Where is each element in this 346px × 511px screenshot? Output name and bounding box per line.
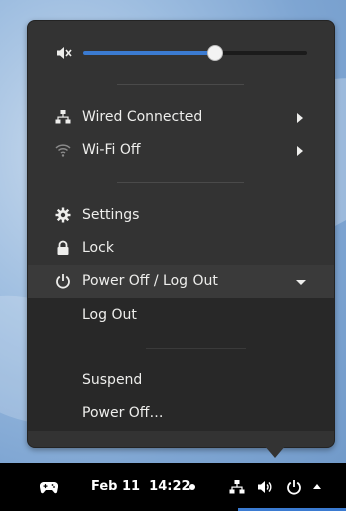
chevron-up-icon[interactable]	[313, 484, 321, 489]
system-menu: Wired Connected Wi-Fi Off Settings Lock …	[27, 20, 335, 448]
gear-icon	[55, 207, 71, 223]
separator	[146, 348, 246, 349]
power-off-log-out-label: Power Off / Log Out	[82, 273, 218, 289]
gamepad-icon[interactable]	[40, 480, 58, 494]
wifi-off-icon	[55, 144, 71, 157]
lock-item[interactable]: Lock	[28, 232, 334, 265]
wifi-item[interactable]: Wi-Fi Off	[28, 134, 334, 167]
volume-slider[interactable]	[83, 45, 307, 61]
suspend-label: Suspend	[82, 372, 143, 388]
wifi-label: Wi-Fi Off	[82, 142, 141, 158]
notification-dot	[189, 484, 195, 490]
power-icon	[56, 274, 70, 289]
wired-network-icon	[55, 110, 71, 124]
volume-slider-fill	[83, 51, 216, 55]
separator	[117, 84, 244, 85]
power-off-label: Power Off…	[82, 405, 164, 421]
settings-label: Settings	[82, 207, 140, 223]
power-icon[interactable]	[286, 479, 302, 495]
chevron-down-icon	[296, 280, 306, 285]
suspend-item[interactable]: Suspend	[28, 366, 334, 396]
menu-pointer	[264, 445, 286, 458]
top-panel: Feb 11 14:22	[0, 463, 346, 511]
power-off-item[interactable]: Power Off…	[28, 399, 334, 429]
separator	[117, 182, 244, 183]
chevron-right-icon	[297, 113, 303, 123]
power-off-log-out-item[interactable]: Power Off / Log Out	[28, 265, 334, 298]
chevron-right-icon	[297, 146, 303, 156]
date-label: Feb 11	[91, 479, 141, 494]
volume-slider-handle[interactable]	[207, 45, 224, 61]
volume-icon[interactable]	[257, 479, 273, 495]
settings-item[interactable]: Settings	[28, 199, 334, 232]
volume-row	[28, 41, 334, 65]
lock-label: Lock	[82, 240, 114, 256]
wired-network-label: Wired Connected	[82, 109, 203, 125]
log-out-label: Log Out	[82, 307, 137, 323]
log-out-item[interactable]: Log Out	[28, 301, 334, 331]
wired-network-item[interactable]: Wired Connected	[28, 101, 334, 134]
wired-network-icon[interactable]	[229, 479, 245, 495]
clock[interactable]: Feb 11 14:22	[91, 479, 191, 495]
power-submenu: Log Out Suspend Power Off…	[28, 298, 334, 431]
speaker-muted-icon[interactable]	[56, 45, 72, 61]
time-label: 14:22	[149, 479, 191, 494]
lock-icon	[57, 240, 69, 255]
